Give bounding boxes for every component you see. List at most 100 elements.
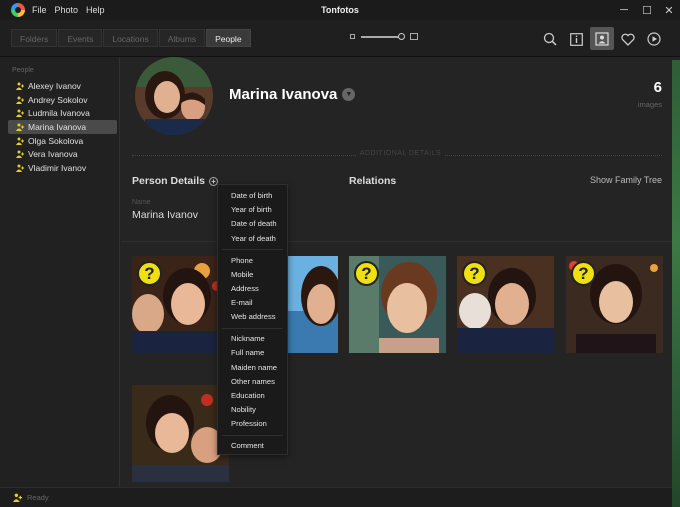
menu-separator	[222, 434, 283, 436]
slideshow-button[interactable]	[643, 28, 665, 50]
sidebar-item-alexey-ivanov[interactable]: Alexey Ivanov	[8, 79, 117, 93]
photo-thumbnail[interactable]	[132, 385, 229, 482]
menu-help[interactable]: Help	[86, 5, 105, 15]
menu-separator	[222, 327, 283, 329]
menu-item-date-of-birth[interactable]: Date of birth	[218, 189, 287, 203]
tab-events[interactable]: Events	[58, 29, 103, 47]
person-name: Andrey Sokolov	[28, 94, 88, 105]
app-logo-icon	[11, 3, 25, 17]
info-button[interactable]	[565, 28, 587, 50]
sidebar-item-andrey-sokolov[interactable]: Andrey Sokolov	[8, 93, 117, 107]
menu-item-address[interactable]: Address	[218, 282, 287, 296]
unknown-face-marker[interactable]: ?	[571, 261, 596, 286]
image-count-label: images	[637, 100, 662, 109]
name-field-label: Name	[132, 199, 151, 206]
person-icon	[16, 96, 24, 104]
tab-folders[interactable]: Folders	[11, 29, 58, 47]
person-name: Vladimir Ivanov	[28, 162, 87, 173]
photo-thumbnail[interactable]: ?	[457, 256, 554, 353]
maximize-button[interactable]: ☐	[636, 0, 658, 20]
person-avatar[interactable]	[135, 57, 213, 135]
menu-item-maiden-name[interactable]: Maiden name	[218, 361, 287, 375]
tab-albums[interactable]: Albums	[158, 29, 206, 47]
app-window: File Photo Help Tonfotos ─ ☐ ✕ Folders E…	[0, 0, 680, 507]
people-list: Alexey Ivanov Andrey Sokolov Ludmila Iva…	[8, 79, 117, 175]
minimize-button[interactable]: ─	[612, 0, 636, 20]
search-icon	[543, 32, 557, 46]
person-name: Vera Ivanova	[28, 149, 78, 160]
small-thumbnail-icon	[350, 34, 355, 39]
info-icon	[569, 32, 583, 46]
sidebar-item-vera-ivanova[interactable]: Vera Ivanova	[8, 147, 117, 161]
menu-item-education[interactable]: Education	[218, 389, 287, 403]
person-name: Marina Ivanova	[28, 121, 87, 132]
person-name-heading: Marina Ivanova ▼	[229, 86, 356, 103]
favorite-button[interactable]	[617, 28, 639, 50]
sidebar-heading: People	[12, 67, 34, 74]
photo-image	[132, 385, 229, 482]
chevron-down-icon[interactable]: ▼	[342, 88, 356, 101]
person-icon	[16, 150, 24, 159]
title-bar: File Photo Help Tonfotos ─ ☐ ✕	[0, 0, 680, 20]
person-details-label: Person Details	[132, 175, 205, 187]
name-field-value[interactable]: Marina Ivanov	[132, 209, 198, 221]
tab-people[interactable]: People	[206, 29, 251, 47]
unknown-face-marker[interactable]: ?	[354, 261, 379, 286]
sidebar-item-olga-sokolova[interactable]: Olga Sokolova	[8, 134, 117, 148]
person-name-text: Marina Ivanova	[229, 86, 338, 103]
menu-item-comment[interactable]: Comment	[218, 439, 287, 453]
slider-track[interactable]	[361, 32, 405, 40]
divider-label: ADDITIONAL DETAILS	[121, 150, 680, 157]
relations-header: Relations	[349, 175, 397, 187]
desktop-background	[672, 60, 680, 507]
menu-item-profession[interactable]: Profession	[218, 417, 287, 431]
menu-item-date-of-death[interactable]: Date of death	[218, 217, 287, 231]
photo-thumbnail[interactable]: ?	[566, 256, 663, 353]
menu-item-other-names[interactable]: Other names	[218, 375, 287, 389]
window-controls: ─ ☐ ✕	[612, 0, 680, 20]
menu-photo[interactable]: Photo	[55, 5, 79, 15]
person-icon	[16, 123, 24, 131]
close-button[interactable]: ✕	[658, 0, 680, 20]
avatar-photo	[135, 57, 213, 135]
people-view-button[interactable]	[590, 27, 614, 50]
divider-label-text: ADDITIONAL DETAILS	[355, 150, 446, 157]
menu-item-nobility[interactable]: Nobility	[218, 403, 287, 417]
person-card-icon	[595, 31, 609, 46]
person-icon	[16, 82, 24, 90]
view-tabs: Folders Events Locations Albums People	[11, 29, 252, 47]
menu-item-mobile[interactable]: Mobile	[218, 268, 287, 282]
sidebar-item-vladimir-ivanov[interactable]: Vladimir Ivanov	[8, 161, 117, 175]
search-button[interactable]	[539, 28, 561, 50]
show-family-tree-link[interactable]: Show Family Tree	[590, 175, 662, 185]
photo-thumbnail[interactable]: ?	[349, 256, 446, 353]
people-sidebar: People Alexey Ivanov Andrey Sokolov Ludm…	[0, 57, 120, 487]
play-icon	[647, 32, 661, 46]
menu-item-phone[interactable]: Phone	[218, 254, 287, 268]
sidebar-item-marina-ivanova[interactable]: Marina Ivanova	[8, 120, 117, 134]
tab-locations[interactable]: Locations	[103, 29, 158, 47]
person-name: Olga Sokolova	[28, 135, 84, 146]
menu-item-year-of-death[interactable]: Year of death	[218, 232, 287, 246]
image-count: 6	[653, 79, 662, 96]
unknown-face-marker[interactable]: ?	[137, 261, 162, 286]
unknown-face-marker[interactable]: ?	[462, 261, 487, 286]
person-icon	[16, 109, 24, 118]
status-text: Ready	[27, 493, 49, 502]
status-bar: Ready	[0, 487, 680, 507]
photo-thumbnail[interactable]: ?	[132, 256, 229, 353]
menu-item-full-name[interactable]: Full name	[218, 346, 287, 360]
sidebar-item-ludmila-ivanova[interactable]: Ludmila Ivanova	[8, 106, 117, 120]
person-details-header: Person Details +	[132, 175, 218, 187]
thumbnail-size-slider[interactable]	[350, 32, 418, 40]
menu-item-year-of-birth[interactable]: Year of birth	[218, 203, 287, 217]
slider-knob[interactable]	[398, 32, 405, 40]
menu-file[interactable]: File	[32, 5, 47, 15]
menu-item-web-address[interactable]: Web address	[218, 310, 287, 324]
menu-item-email[interactable]: E-mail	[218, 296, 287, 310]
toolbar: Folders Events Locations Albums People	[0, 20, 680, 57]
add-detail-dropdown: Date of birth Year of birth Date of deat…	[217, 184, 288, 455]
menu-item-nickname[interactable]: Nickname	[218, 332, 287, 346]
person-detail-pane: Marina Ivanova ▼ 6 images ADDITIONAL DET…	[121, 57, 680, 487]
photos-separator	[121, 241, 680, 242]
